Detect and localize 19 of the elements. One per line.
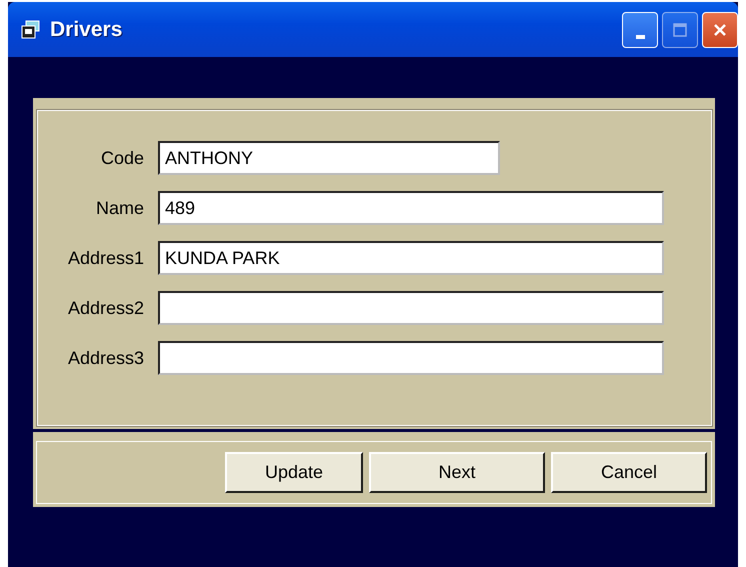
maximize-icon <box>671 20 689 38</box>
input-field[interactable]: ANTHONY <box>158 141 500 175</box>
input-field[interactable] <box>158 291 664 325</box>
input-field[interactable] <box>158 341 664 375</box>
input-field[interactable]: 489 <box>158 191 664 225</box>
field-label: Address3 <box>66 346 145 370</box>
input-field[interactable]: KUNDA PARK <box>158 241 664 275</box>
minimize-icon <box>636 34 644 38</box>
minimize-button[interactable] <box>622 12 658 48</box>
field-label: Code <box>100 146 145 170</box>
app-icon <box>20 18 42 40</box>
field-label: Address2 <box>66 296 145 320</box>
window-title: Drivers <box>50 16 122 43</box>
close-button[interactable] <box>702 12 738 48</box>
action-button[interactable]: Next <box>369 452 545 493</box>
action-button[interactable]: Update <box>225 452 363 493</box>
field-label: Name <box>94 196 145 220</box>
field-label: Address1 <box>66 246 145 270</box>
action-button[interactable]: Cancel <box>551 452 707 493</box>
